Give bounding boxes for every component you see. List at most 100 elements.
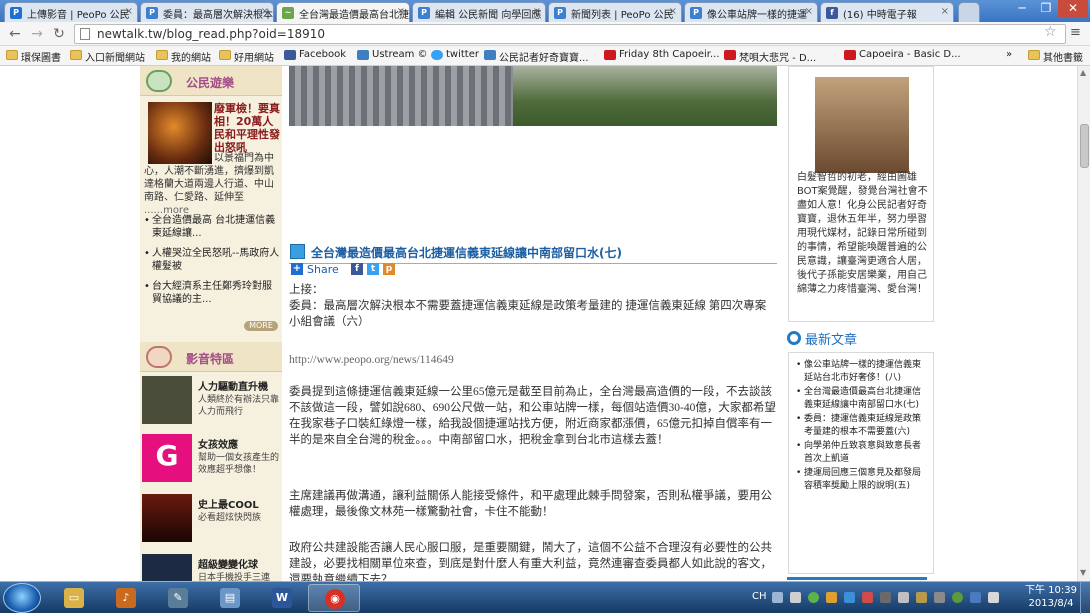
- video-item[interactable]: 人力驅動直升機 人類終於有辦法只靠人力而飛行: [140, 372, 282, 430]
- display-icon[interactable]: [988, 592, 999, 603]
- close-icon[interactable]: ×: [397, 6, 405, 17]
- feature-title[interactable]: 廢軍檢！要真相！20萬人民和平理性發出怒吼: [214, 102, 280, 154]
- tv-icon: [146, 346, 172, 368]
- maximize-icon[interactable]: ❐: [1034, 0, 1058, 18]
- list-item[interactable]: 全台造價最高 台北捷運信義東延線讓...: [144, 214, 280, 240]
- bookmark-folder[interactable]: 好用網站: [219, 49, 274, 64]
- bookmark-facebook[interactable]: Facebook: [284, 49, 346, 60]
- share-icon[interactable]: +: [291, 263, 303, 275]
- close-icon[interactable]: ×: [261, 6, 269, 17]
- video-description: 人類終於有辦法只靠人力而飛行: [198, 395, 280, 417]
- bookmark-star-icon[interactable]: ☆: [1044, 24, 1057, 40]
- bookmark-folder[interactable]: 入口新聞網站: [70, 49, 145, 64]
- address-bar[interactable]: newtalk.tw/blog_read.php?oid=18910: [74, 24, 1066, 44]
- tab-active-article[interactable]: ~ 全台灣最造價最高台北捷 ×: [276, 2, 410, 22]
- close-window-icon[interactable]: ✕: [1058, 0, 1088, 18]
- security-icon[interactable]: [808, 592, 819, 603]
- new-tab-button[interactable]: [958, 2, 980, 22]
- video-thumbnail[interactable]: [142, 494, 192, 542]
- scrollbar-thumb[interactable]: [1080, 124, 1089, 168]
- flag-icon[interactable]: [862, 592, 873, 603]
- ime-icon[interactable]: [790, 592, 801, 603]
- more-button[interactable]: MORE: [244, 321, 278, 331]
- tab-news-list[interactable]: P 新聞列表 | PeoPo 公民 ×: [548, 2, 682, 22]
- keyboard-icon[interactable]: [772, 592, 783, 603]
- list-item[interactable]: 向學弟仲丘致哀意與致意長者首次上凱道: [795, 440, 927, 466]
- bookmark-citizen-reporter[interactable]: 公民記者好奇寶寶...: [484, 49, 589, 64]
- tab-china-times[interactable]: f (16) 中時電子報 ×: [820, 2, 954, 22]
- vertical-scrollbar[interactable]: ▲ ▼: [1077, 66, 1090, 581]
- tab-committee[interactable]: P 委員：最高層次解決根本 ×: [140, 2, 274, 22]
- scroll-up-icon[interactable]: ▲: [1080, 68, 1086, 77]
- facebook-share-icon[interactable]: f: [351, 263, 363, 275]
- volume-icon[interactable]: [880, 592, 891, 603]
- taskbar-app-media[interactable]: ♪: [100, 584, 152, 612]
- taskbar-app-word[interactable]: W: [256, 584, 308, 612]
- article-link[interactable]: http://www.peopo.org/news/114649: [289, 352, 777, 368]
- list-item[interactable]: 像公車站牌一樣的捷運信義東延站台北市好奢侈！(八): [795, 359, 927, 385]
- taskbar-app-tools[interactable]: ✎: [152, 584, 204, 612]
- twitter-share-icon[interactable]: t: [367, 263, 379, 275]
- list-item[interactable]: 委員：捷運信義東延線是政策考量建的根本不需要蓋(六): [795, 413, 927, 439]
- taskbar-app-notepad[interactable]: ▤: [204, 584, 256, 612]
- show-desktop-button[interactable]: [1080, 582, 1090, 614]
- taskbar-app-explorer[interactable]: ▭: [48, 584, 100, 612]
- list-item[interactable]: 全台灣最造價最高台北捷運信義東延線讓中南部留口水(七): [795, 386, 927, 412]
- start-button[interactable]: [3, 583, 41, 613]
- back-icon[interactable]: ←: [6, 25, 24, 43]
- taskbar-clock[interactable]: 下午 10:39 2013/8/4: [1020, 584, 1082, 610]
- scroll-down-icon[interactable]: ▼: [1080, 568, 1086, 577]
- tab-title: 編輯 公民新聞 向學回應: [435, 10, 542, 21]
- bluetooth-icon[interactable]: [970, 592, 981, 603]
- video-title[interactable]: 人力驅動直升機: [198, 378, 268, 393]
- close-icon[interactable]: ×: [805, 6, 813, 17]
- language-indicator[interactable]: CH: [752, 591, 767, 602]
- video-title[interactable]: 超級變變化球: [198, 556, 258, 571]
- chevron-up-icon[interactable]: [934, 592, 945, 603]
- list-item[interactable]: 台大經濟系主任鄭秀玲對服貿協議的主...: [144, 280, 280, 306]
- peopo-icon: P: [10, 7, 22, 19]
- close-icon[interactable]: ×: [533, 6, 541, 17]
- update-icon[interactable]: [826, 592, 837, 603]
- taskbar-app-chrome[interactable]: ◉: [308, 584, 360, 612]
- tab-upload-media[interactable]: P 上傳影音 | PeoPo 公民 ×: [4, 2, 138, 22]
- network-icon[interactable]: [898, 592, 909, 603]
- close-icon[interactable]: ×: [941, 6, 949, 17]
- video-thumbnail[interactable]: G: [142, 434, 192, 482]
- close-icon[interactable]: ×: [669, 6, 677, 17]
- app-tray-icon[interactable]: [952, 592, 963, 603]
- minimize-icon[interactable]: ─: [1010, 0, 1034, 18]
- list-item[interactable]: 人權哭泣全民怒吼--馬政府人權髮被: [144, 247, 280, 273]
- video-thumbnail[interactable]: [142, 554, 192, 581]
- tab-bus-stop[interactable]: P 像公車站牌一樣的捷運 ×: [684, 2, 818, 22]
- video-thumbnail[interactable]: [142, 376, 192, 424]
- bookmark-folder[interactable]: 環保圖書: [6, 49, 61, 64]
- video-item[interactable]: 超級變變化球 日本手機投手三連: [140, 550, 282, 581]
- author-avatar[interactable]: [815, 77, 909, 173]
- cloud-icon[interactable]: [844, 592, 855, 603]
- bookmark-twitter[interactable]: twitter: [431, 49, 479, 60]
- chrome-menu-icon[interactable]: ≡: [1070, 25, 1081, 40]
- reload-icon[interactable]: ↻: [50, 25, 68, 43]
- power-icon[interactable]: [916, 592, 927, 603]
- bookmark-ustream[interactable]: Ustream ©: [357, 49, 428, 60]
- other-bookmarks[interactable]: 其他書籤: [1028, 49, 1083, 64]
- bookmark-great-compassion[interactable]: 梵唄大悲咒 - D...: [724, 49, 816, 64]
- video-item[interactable]: 史上最COOL 必看超炫快閃族: [140, 490, 282, 548]
- close-icon[interactable]: ×: [125, 6, 133, 17]
- bookmark-folder[interactable]: 我的網站: [156, 49, 211, 64]
- plurk-share-icon[interactable]: p: [383, 263, 395, 275]
- share-button[interactable]: Share: [307, 263, 339, 276]
- bookmark-capoeira-friday[interactable]: Friday 8th Capoeir...: [604, 49, 720, 60]
- video-title[interactable]: 史上最COOL: [198, 496, 259, 511]
- video-description: 必看超炫快閃族: [198, 513, 262, 523]
- bookmark-capoeira-basic[interactable]: Capoeira - Basic D...: [844, 49, 961, 60]
- list-item[interactable]: 捷運局回應三個意見及都發局容積率獎勵上限的說明(五): [795, 467, 927, 493]
- bookmarks-overflow-button[interactable]: »: [1006, 49, 1012, 60]
- word-icon: W: [272, 588, 292, 608]
- video-item[interactable]: G 女孩效應 幫助一個女孩產生的效應超乎想像！: [140, 430, 282, 488]
- video-title[interactable]: 女孩效應: [198, 436, 238, 451]
- forward-icon[interactable]: →: [28, 25, 46, 43]
- article-paragraph: 政府公共建設能否讓人民心服口服，是重要關鍵，鬧大了，這個不公益不合理沒有必要性的…: [289, 542, 772, 581]
- tab-edit-news[interactable]: P 編輯 公民新聞 向學回應 ×: [412, 2, 546, 22]
